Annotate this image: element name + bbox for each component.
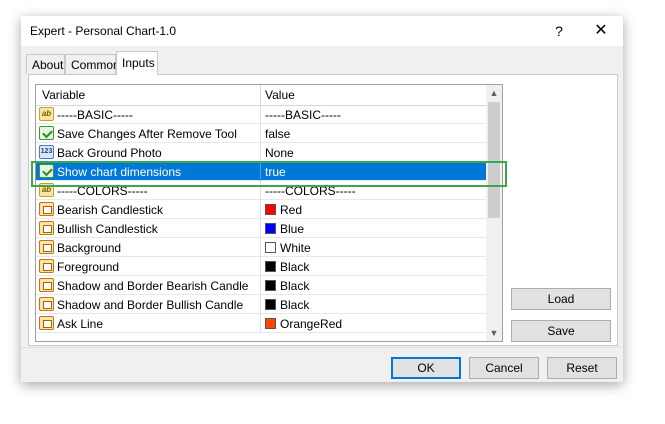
value-cell[interactable]: Red [280,203,302,217]
table-row[interactable]: 123 Back Ground Photo None [36,143,486,162]
abc-icon: ab [39,107,54,121]
variable-name: Foreground [57,260,120,274]
value-cell[interactable]: OrangeRed [280,317,342,331]
color-icon [39,316,54,330]
variable-name: Bullish Candlestick [57,222,158,236]
window-title: Expert - Personal Chart-1.0 [30,24,177,38]
vertical-scrollbar[interactable]: ▲ ▼ [486,85,502,341]
tab-inputs[interactable]: Inputs [116,51,158,75]
cell-divider [260,105,261,124]
scroll-up-icon[interactable]: ▲ [486,85,502,101]
inputs-grid[interactable]: Variable Value ab -----BASIC----- -----BAS… [35,84,503,342]
color-icon [39,259,54,273]
help-icon[interactable]: ? [547,19,571,43]
column-divider[interactable] [260,85,261,105]
color-icon [39,202,54,216]
table-row[interactable]: Shadow and Border Bearish Candle Black [36,276,486,295]
value-cell[interactable]: Black [280,279,309,293]
table-row[interactable]: ab -----BASIC----- -----BASIC----- [36,105,486,124]
table-row[interactable]: Bearish Candlestick Red [36,200,486,219]
color-swatch[interactable] [265,223,276,234]
cell-divider [260,276,261,295]
bool-icon [39,126,54,140]
variable-name: Background [57,241,122,255]
footer-divider [21,347,623,348]
value-cell[interactable]: Blue [280,222,304,236]
cell-divider [260,257,261,276]
value-cell[interactable]: Black [280,260,309,274]
reset-button[interactable]: Reset [547,357,617,379]
color-swatch[interactable] [265,261,276,272]
load-button[interactable]: Load [511,288,611,310]
cell-divider [260,219,261,238]
scroll-thumb[interactable] [488,102,500,218]
variable-name: Back Ground Photo [57,146,162,160]
save-button[interactable]: Save [511,320,611,342]
scroll-down-icon[interactable]: ▼ [486,325,502,341]
color-icon [39,278,54,292]
tab-common[interactable]: Common [65,54,120,74]
variable-name: Ask Line [57,317,104,331]
value-cell[interactable]: Black [280,298,309,312]
table-row[interactable]: Bullish Candlestick Blue [36,219,486,238]
tab-about[interactable]: About [26,54,65,74]
color-icon [39,221,54,235]
close-icon[interactable]: ✕ [589,19,613,43]
number-icon: 123 [39,145,54,159]
cell-divider [260,238,261,257]
ok-button[interactable]: OK [391,357,461,379]
cell-divider [260,314,261,333]
color-swatch[interactable] [265,204,276,215]
table-row[interactable]: Background White [36,238,486,257]
color-swatch[interactable] [265,242,276,253]
color-icon [39,297,54,311]
cell-divider [260,295,261,314]
cell-divider [260,200,261,219]
color-swatch[interactable] [265,299,276,310]
value-cell[interactable]: false [265,127,290,141]
variable-name: Shadow and Border Bullish Candle [57,298,244,312]
color-swatch[interactable] [265,280,276,291]
expert-dialog: Expert - Personal Chart-1.0 ? ✕ About Co… [21,16,623,382]
cell-divider [260,124,261,143]
column-header-value[interactable]: Value [265,88,295,102]
grid-header: Variable Value [36,85,486,106]
table-row[interactable]: Shadow and Border Bullish Candle Black [36,295,486,314]
variable-name: -----BASIC----- [57,108,133,122]
table-row[interactable]: Ask Line OrangeRed [36,314,486,333]
cancel-button[interactable]: Cancel [469,357,539,379]
value-cell[interactable]: -----BASIC----- [265,108,341,122]
variable-name: Save Changes After Remove Tool [57,127,237,141]
variable-name: Shadow and Border Bearish Candle [57,279,249,293]
color-swatch[interactable] [265,318,276,329]
column-header-variable[interactable]: Variable [42,88,85,102]
color-icon [39,240,54,254]
title-bar[interactable]: Expert - Personal Chart-1.0 ? ✕ [21,16,623,46]
highlight-frame [31,161,507,187]
value-cell[interactable]: White [280,241,311,255]
table-row[interactable]: Foreground Black [36,257,486,276]
variable-name: Bearish Candlestick [57,203,164,217]
value-cell[interactable]: None [265,146,294,160]
cell-divider [260,143,261,162]
table-row[interactable]: Save Changes After Remove Tool false [36,124,486,143]
